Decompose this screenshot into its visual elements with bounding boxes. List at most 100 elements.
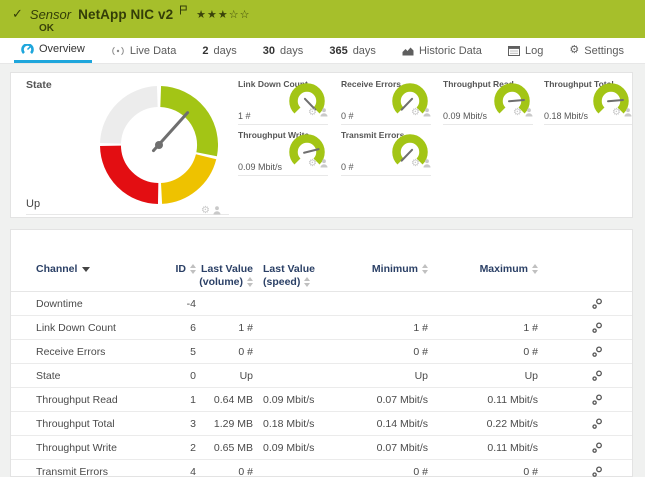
channel-settings-icon[interactable] bbox=[592, 298, 602, 309]
column-header-id[interactable]: ID bbox=[171, 263, 196, 276]
table-row: Downtime -4 bbox=[11, 292, 632, 316]
tab-overview[interactable]: Overview bbox=[14, 38, 92, 63]
sensor-header: ✓ Sensor NetApp NIC v2 ★★★☆☆ OK bbox=[0, 0, 645, 38]
person-icon[interactable] bbox=[320, 155, 328, 173]
flag-icon bbox=[180, 2, 187, 20]
last-value-volume: 0 # bbox=[196, 466, 253, 477]
channel-settings-icon[interactable] bbox=[592, 466, 602, 477]
last-value-volume: Up bbox=[196, 370, 253, 382]
tab-30-days[interactable]: 30 days bbox=[256, 38, 311, 63]
channel-name[interactable]: Downtime bbox=[11, 298, 171, 310]
gauge-value: 0.09 Mbit/s bbox=[443, 111, 487, 121]
column-header-last-value-speed[interactable]: Last Value(speed) bbox=[253, 263, 328, 288]
tab-2-days[interactable]: 2 days bbox=[195, 38, 243, 63]
tab-live-data[interactable]: Live Data bbox=[104, 38, 183, 63]
maximum-value: 0.11 Mbit/s bbox=[428, 394, 538, 406]
gauge-settings-gear-icon[interactable]: ⚙ bbox=[411, 159, 420, 169]
state-gauge-title: State bbox=[26, 79, 52, 91]
channel-settings-icon[interactable] bbox=[592, 394, 602, 405]
column-header-minimum[interactable]: Minimum bbox=[328, 263, 428, 276]
channel-settings-icon[interactable] bbox=[592, 346, 602, 357]
gauge-value: 0.09 Mbit/s bbox=[238, 162, 282, 172]
gauges-panel: State Up ⚙ Link Down Count 1 # ⚙ Receive… bbox=[10, 72, 633, 218]
table-row: State 0 Up Up Up bbox=[11, 364, 632, 388]
column-header-channel[interactable]: Channel bbox=[11, 263, 171, 276]
tab-bar: Overview Live Data 2 days 30 days 365 da… bbox=[0, 38, 645, 64]
gauge-value: 0 # bbox=[341, 162, 354, 172]
last-value-volume: 1.29 MB bbox=[196, 418, 253, 430]
channel-name[interactable]: Throughput Total bbox=[11, 418, 171, 430]
gauge-settings-gear-icon[interactable]: ⚙ bbox=[612, 108, 621, 118]
column-header-last-value-volume[interactable]: Last Value(volume) bbox=[196, 263, 253, 288]
gauge-card-transmit-errors: Transmit Errors 0 # ⚙ bbox=[341, 128, 431, 176]
person-icon[interactable] bbox=[320, 104, 328, 122]
person-icon[interactable] bbox=[213, 202, 221, 220]
log-icon bbox=[508, 46, 520, 56]
sort-icon bbox=[304, 277, 310, 287]
maximum-value: Up bbox=[428, 370, 538, 382]
minimum-value: 0.07 Mbit/s bbox=[328, 394, 428, 406]
state-gauge-value: Up bbox=[26, 198, 40, 210]
table-row: Transmit Errors 4 0 # 0 # 0 # bbox=[11, 460, 632, 477]
channel-id: 0 bbox=[171, 370, 196, 382]
last-value-speed: 0.18 Mbit/s bbox=[253, 418, 328, 430]
gauge-card-throughput-write: Throughput Write 0.09 Mbit/s ⚙ bbox=[238, 128, 328, 176]
sort-desc-icon bbox=[82, 267, 90, 272]
person-icon[interactable] bbox=[525, 104, 533, 122]
table-row: Throughput Read 1 0.64 MB 0.09 Mbit/s 0.… bbox=[11, 388, 632, 412]
last-value-volume: 0.64 MB bbox=[196, 394, 253, 406]
channel-name[interactable]: Throughput Read bbox=[11, 394, 171, 406]
minimum-value: 0.07 Mbit/s bbox=[328, 442, 428, 454]
gauge-settings-gear-icon[interactable]: ⚙ bbox=[411, 108, 420, 118]
tab-number: 30 bbox=[263, 45, 275, 57]
tab-365-days[interactable]: 365 days bbox=[322, 38, 383, 63]
channel-name[interactable]: Receive Errors bbox=[11, 346, 171, 358]
person-icon[interactable] bbox=[423, 104, 431, 122]
status-badge: OK bbox=[39, 23, 54, 34]
last-value-volume: 1 # bbox=[196, 322, 253, 334]
channel-settings-icon[interactable] bbox=[592, 370, 602, 381]
maximum-value: 0 # bbox=[428, 466, 538, 477]
tab-label: days bbox=[214, 45, 237, 57]
table-row: Receive Errors 5 0 # 0 # 0 # bbox=[11, 340, 632, 364]
priority-stars[interactable]: ★★★☆☆ bbox=[196, 8, 250, 21]
gauge-card-throughput-read: Throughput Read 0.09 Mbit/s ⚙ bbox=[443, 77, 533, 125]
gauge-card-throughput-total: Throughput Total 0.18 Mbit/s ⚙ bbox=[544, 77, 632, 125]
state-gauge-dial bbox=[100, 86, 218, 204]
gauge-card-link-down-count: Link Down Count 1 # ⚙ bbox=[238, 77, 328, 125]
channel-id: 1 bbox=[171, 394, 196, 406]
gauge-settings-gear-icon[interactable]: ⚙ bbox=[201, 206, 210, 216]
channel-settings-icon[interactable] bbox=[592, 418, 602, 429]
gauge-settings-gear-icon[interactable]: ⚙ bbox=[308, 108, 317, 118]
channel-name[interactable]: State bbox=[11, 370, 171, 382]
settings-gear-icon: ⚙ bbox=[569, 45, 579, 56]
channel-id: 5 bbox=[171, 346, 196, 358]
gauge-icon bbox=[21, 44, 34, 55]
channel-id: 2 bbox=[171, 442, 196, 454]
gauge-settings-gear-icon[interactable]: ⚙ bbox=[513, 108, 522, 118]
tab-settings[interactable]: ⚙ Settings bbox=[562, 38, 631, 63]
channel-name[interactable]: Link Down Count bbox=[11, 322, 171, 334]
channel-settings-icon[interactable] bbox=[592, 442, 602, 453]
sort-icon bbox=[532, 264, 538, 274]
tab-label: Overview bbox=[39, 43, 85, 55]
channel-name[interactable]: Transmit Errors bbox=[11, 466, 171, 477]
minimum-value: Up bbox=[328, 370, 428, 382]
last-value-volume: 0 # bbox=[196, 346, 253, 358]
minimum-value: 0 # bbox=[328, 346, 428, 358]
person-icon[interactable] bbox=[423, 155, 431, 173]
channel-id: -4 bbox=[171, 298, 196, 310]
channel-settings-icon[interactable] bbox=[592, 322, 602, 333]
tab-number: 2 bbox=[202, 45, 208, 57]
maximum-value: 0.11 Mbit/s bbox=[428, 442, 538, 454]
person-icon[interactable] bbox=[624, 104, 632, 122]
gauge-settings-gear-icon[interactable]: ⚙ bbox=[308, 159, 317, 169]
tab-log[interactable]: Log bbox=[501, 38, 550, 63]
tab-historic-data[interactable]: Historic Data bbox=[395, 38, 489, 63]
column-header-maximum[interactable]: Maximum bbox=[428, 263, 538, 276]
channel-name[interactable]: Throughput Write bbox=[11, 442, 171, 454]
gauge-value: 1 # bbox=[238, 111, 251, 121]
channel-id: 4 bbox=[171, 466, 196, 477]
tab-label: Settings bbox=[584, 45, 624, 57]
last-value-speed: 0.09 Mbit/s bbox=[253, 442, 328, 454]
